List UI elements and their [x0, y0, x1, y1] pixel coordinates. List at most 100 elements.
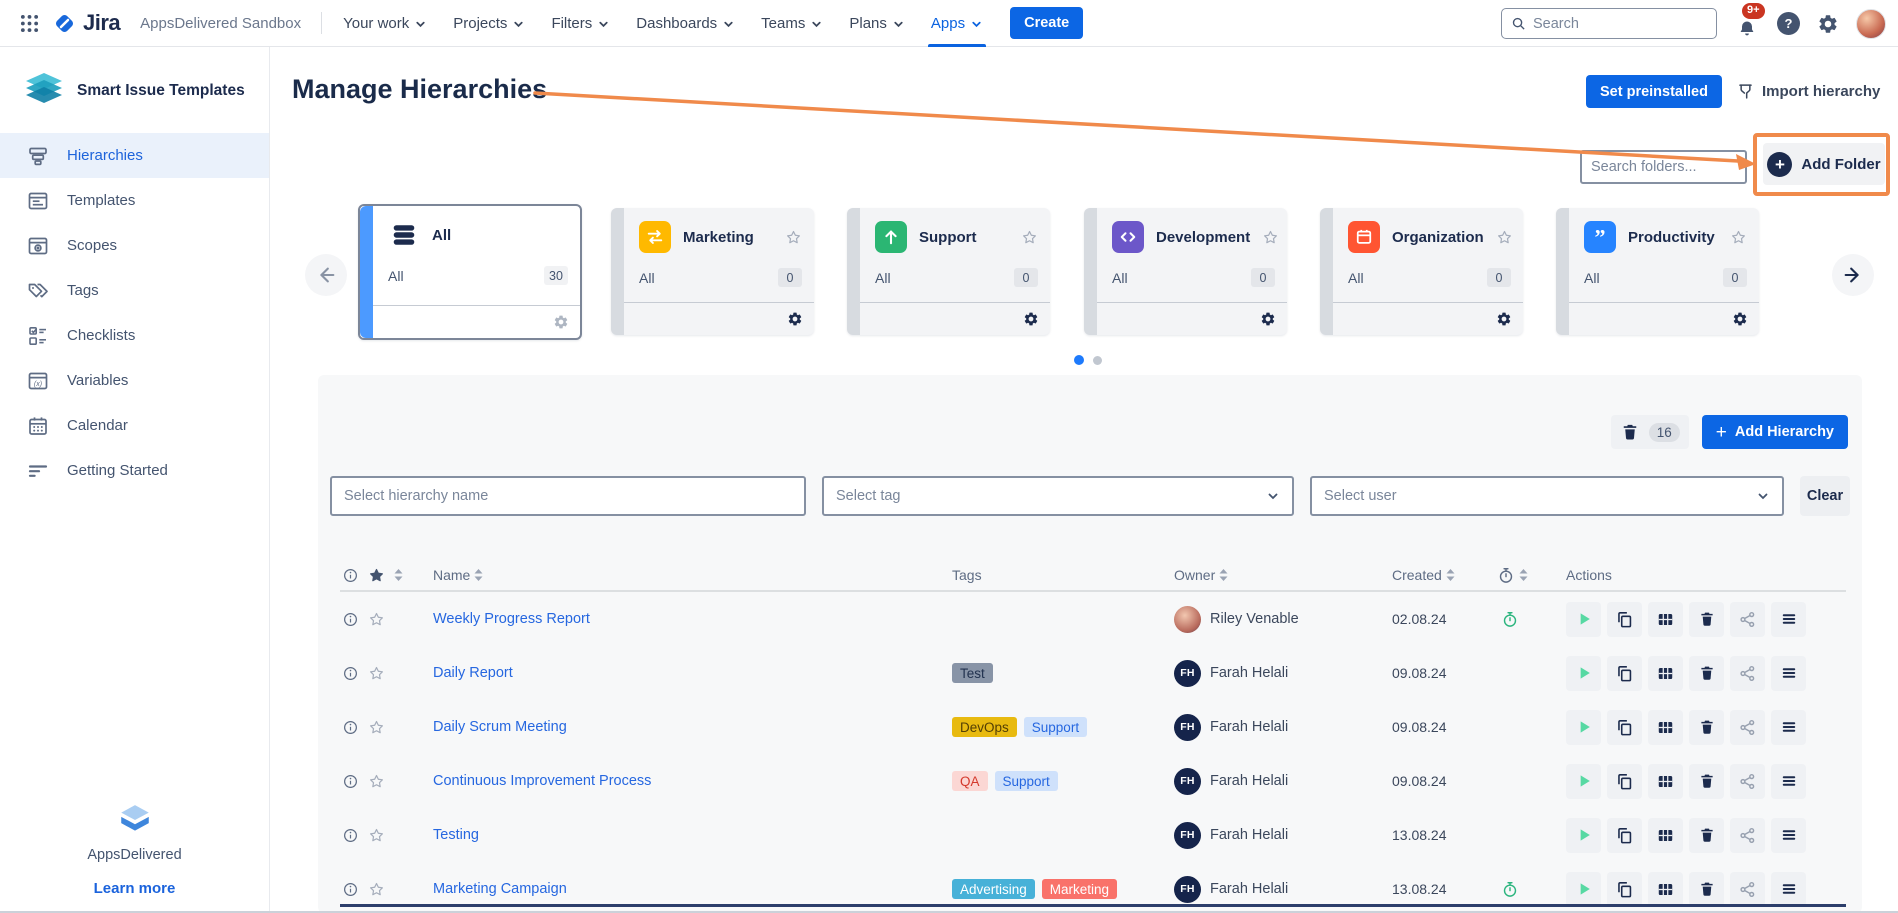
- learn-more-link[interactable]: Learn more: [94, 880, 176, 897]
- create-button[interactable]: Create: [1010, 7, 1083, 39]
- notifications-button[interactable]: 9+: [1734, 9, 1760, 39]
- info-icon[interactable]: [342, 665, 359, 682]
- copy-button[interactable]: [1607, 764, 1642, 799]
- info-icon[interactable]: [342, 719, 359, 736]
- import-hierarchy-button[interactable]: Import hierarchy: [1736, 82, 1880, 101]
- folder-settings-gear-icon[interactable]: [787, 311, 803, 327]
- run-button[interactable]: [1566, 710, 1601, 745]
- settings-gear-icon[interactable]: [1817, 13, 1839, 35]
- user-avatar[interactable]: [1856, 9, 1886, 39]
- share-button[interactable]: [1730, 818, 1765, 853]
- nav-item-plans[interactable]: Plans: [836, 0, 918, 47]
- tag-filter-select[interactable]: Select tag: [822, 476, 1294, 516]
- table-view-button[interactable]: [1648, 710, 1683, 745]
- search-input[interactable]: [1533, 16, 1707, 32]
- sidebar-item-tags[interactable]: Tags: [0, 268, 269, 313]
- folder-settings-gear-icon[interactable]: [1732, 311, 1748, 327]
- folder-settings-gear-icon[interactable]: [1496, 311, 1512, 327]
- info-icon[interactable]: [342, 827, 359, 844]
- info-icon[interactable]: [342, 881, 359, 898]
- hierarchy-name-link[interactable]: Marketing Campaign: [433, 881, 567, 897]
- carousel-next-button[interactable]: [1832, 254, 1874, 296]
- nav-item-teams[interactable]: Teams: [748, 0, 836, 47]
- global-search[interactable]: [1501, 8, 1717, 39]
- copy-button[interactable]: [1607, 710, 1642, 745]
- star-icon[interactable]: [1021, 229, 1038, 246]
- hierarchy-name-link[interactable]: Weekly Progress Report: [433, 611, 590, 627]
- sidebar-item-checklists[interactable]: Checklists: [0, 313, 269, 358]
- more-menu-button[interactable]: [1771, 872, 1806, 907]
- nav-item-dashboards[interactable]: Dashboards: [623, 0, 748, 47]
- folder-card-organization[interactable]: Organization All 0: [1320, 208, 1523, 335]
- nav-item-projects[interactable]: Projects: [440, 0, 538, 47]
- bulk-delete-button[interactable]: 16: [1611, 415, 1689, 449]
- folder-settings-gear-icon[interactable]: [1023, 311, 1039, 327]
- hierarchy-name-link[interactable]: Continuous Improvement Process: [433, 773, 651, 789]
- jira-logo[interactable]: Jira: [46, 10, 130, 36]
- more-menu-button[interactable]: [1771, 764, 1806, 799]
- star-icon[interactable]: [1730, 229, 1747, 246]
- sidebar-item-variables[interactable]: (x)Variables: [0, 358, 269, 403]
- hierarchy-name-link[interactable]: Testing: [433, 827, 479, 843]
- copy-button[interactable]: [1607, 818, 1642, 853]
- hierarchy-name-link[interactable]: Daily Report: [433, 665, 513, 681]
- folder-card-support[interactable]: Support All 0: [847, 208, 1050, 335]
- run-button[interactable]: [1566, 656, 1601, 691]
- nav-item-filters[interactable]: Filters: [538, 0, 623, 47]
- sidebar-item-hierarchies[interactable]: Hierarchies: [0, 133, 269, 178]
- delete-button[interactable]: [1689, 656, 1724, 691]
- folder-card-productivity[interactable]: ” Productivity All 0: [1556, 208, 1759, 335]
- more-menu-button[interactable]: [1771, 818, 1806, 853]
- folder-card-all[interactable]: All All 30: [358, 204, 582, 340]
- table-view-button[interactable]: [1648, 764, 1683, 799]
- table-view-button[interactable]: [1648, 602, 1683, 637]
- delete-button[interactable]: [1689, 764, 1724, 799]
- star-icon[interactable]: [368, 665, 385, 682]
- carousel-prev-button[interactable]: [305, 254, 347, 296]
- copy-button[interactable]: [1607, 872, 1642, 907]
- star-icon[interactable]: [1262, 229, 1279, 246]
- run-button[interactable]: [1566, 602, 1601, 637]
- sidebar-item-templates[interactable]: Templates: [0, 178, 269, 223]
- more-menu-button[interactable]: [1771, 710, 1806, 745]
- nav-item-apps[interactable]: Apps: [918, 0, 996, 47]
- share-button[interactable]: [1730, 764, 1765, 799]
- sidebar-item-calendar[interactable]: Calendar: [0, 403, 269, 448]
- more-menu-button[interactable]: [1771, 656, 1806, 691]
- info-icon[interactable]: [342, 773, 359, 790]
- carousel-dot-2[interactable]: [1093, 356, 1102, 365]
- delete-button[interactable]: [1689, 818, 1724, 853]
- hierarchy-name-link[interactable]: Daily Scrum Meeting: [433, 719, 567, 735]
- star-icon[interactable]: [368, 719, 385, 736]
- hierarchy-name-filter-input[interactable]: [330, 476, 806, 516]
- nav-item-your-work[interactable]: Your work: [330, 0, 440, 47]
- more-menu-button[interactable]: [1771, 602, 1806, 637]
- table-view-button[interactable]: [1648, 872, 1683, 907]
- star-icon[interactable]: [368, 881, 385, 898]
- star-icon[interactable]: [785, 229, 802, 246]
- carousel-dot-1[interactable]: [1074, 355, 1084, 365]
- column-header-name[interactable]: Name: [433, 567, 952, 583]
- column-header-scheduled[interactable]: [1497, 566, 1566, 585]
- star-icon[interactable]: [368, 611, 385, 628]
- star-icon[interactable]: [368, 567, 385, 584]
- share-button[interactable]: [1730, 602, 1765, 637]
- share-button[interactable]: [1730, 656, 1765, 691]
- clear-filters-button[interactable]: Clear: [1800, 476, 1850, 516]
- folder-settings-gear-icon[interactable]: [553, 314, 569, 330]
- table-view-button[interactable]: [1648, 656, 1683, 691]
- user-filter-select[interactable]: Select user: [1310, 476, 1784, 516]
- table-view-button[interactable]: [1648, 818, 1683, 853]
- set-preinstalled-button[interactable]: Set preinstalled: [1586, 75, 1722, 108]
- delete-button[interactable]: [1689, 602, 1724, 637]
- copy-button[interactable]: [1607, 602, 1642, 637]
- run-button[interactable]: [1566, 764, 1601, 799]
- column-header-created[interactable]: Created: [1392, 567, 1497, 583]
- sidebar-item-scopes[interactable]: Scopes: [0, 223, 269, 268]
- folder-card-marketing[interactable]: Marketing All 0: [611, 208, 814, 335]
- share-button[interactable]: [1730, 710, 1765, 745]
- star-icon[interactable]: [368, 827, 385, 844]
- app-switcher-icon[interactable]: [12, 6, 46, 40]
- delete-button[interactable]: [1689, 872, 1724, 907]
- run-button[interactable]: [1566, 818, 1601, 853]
